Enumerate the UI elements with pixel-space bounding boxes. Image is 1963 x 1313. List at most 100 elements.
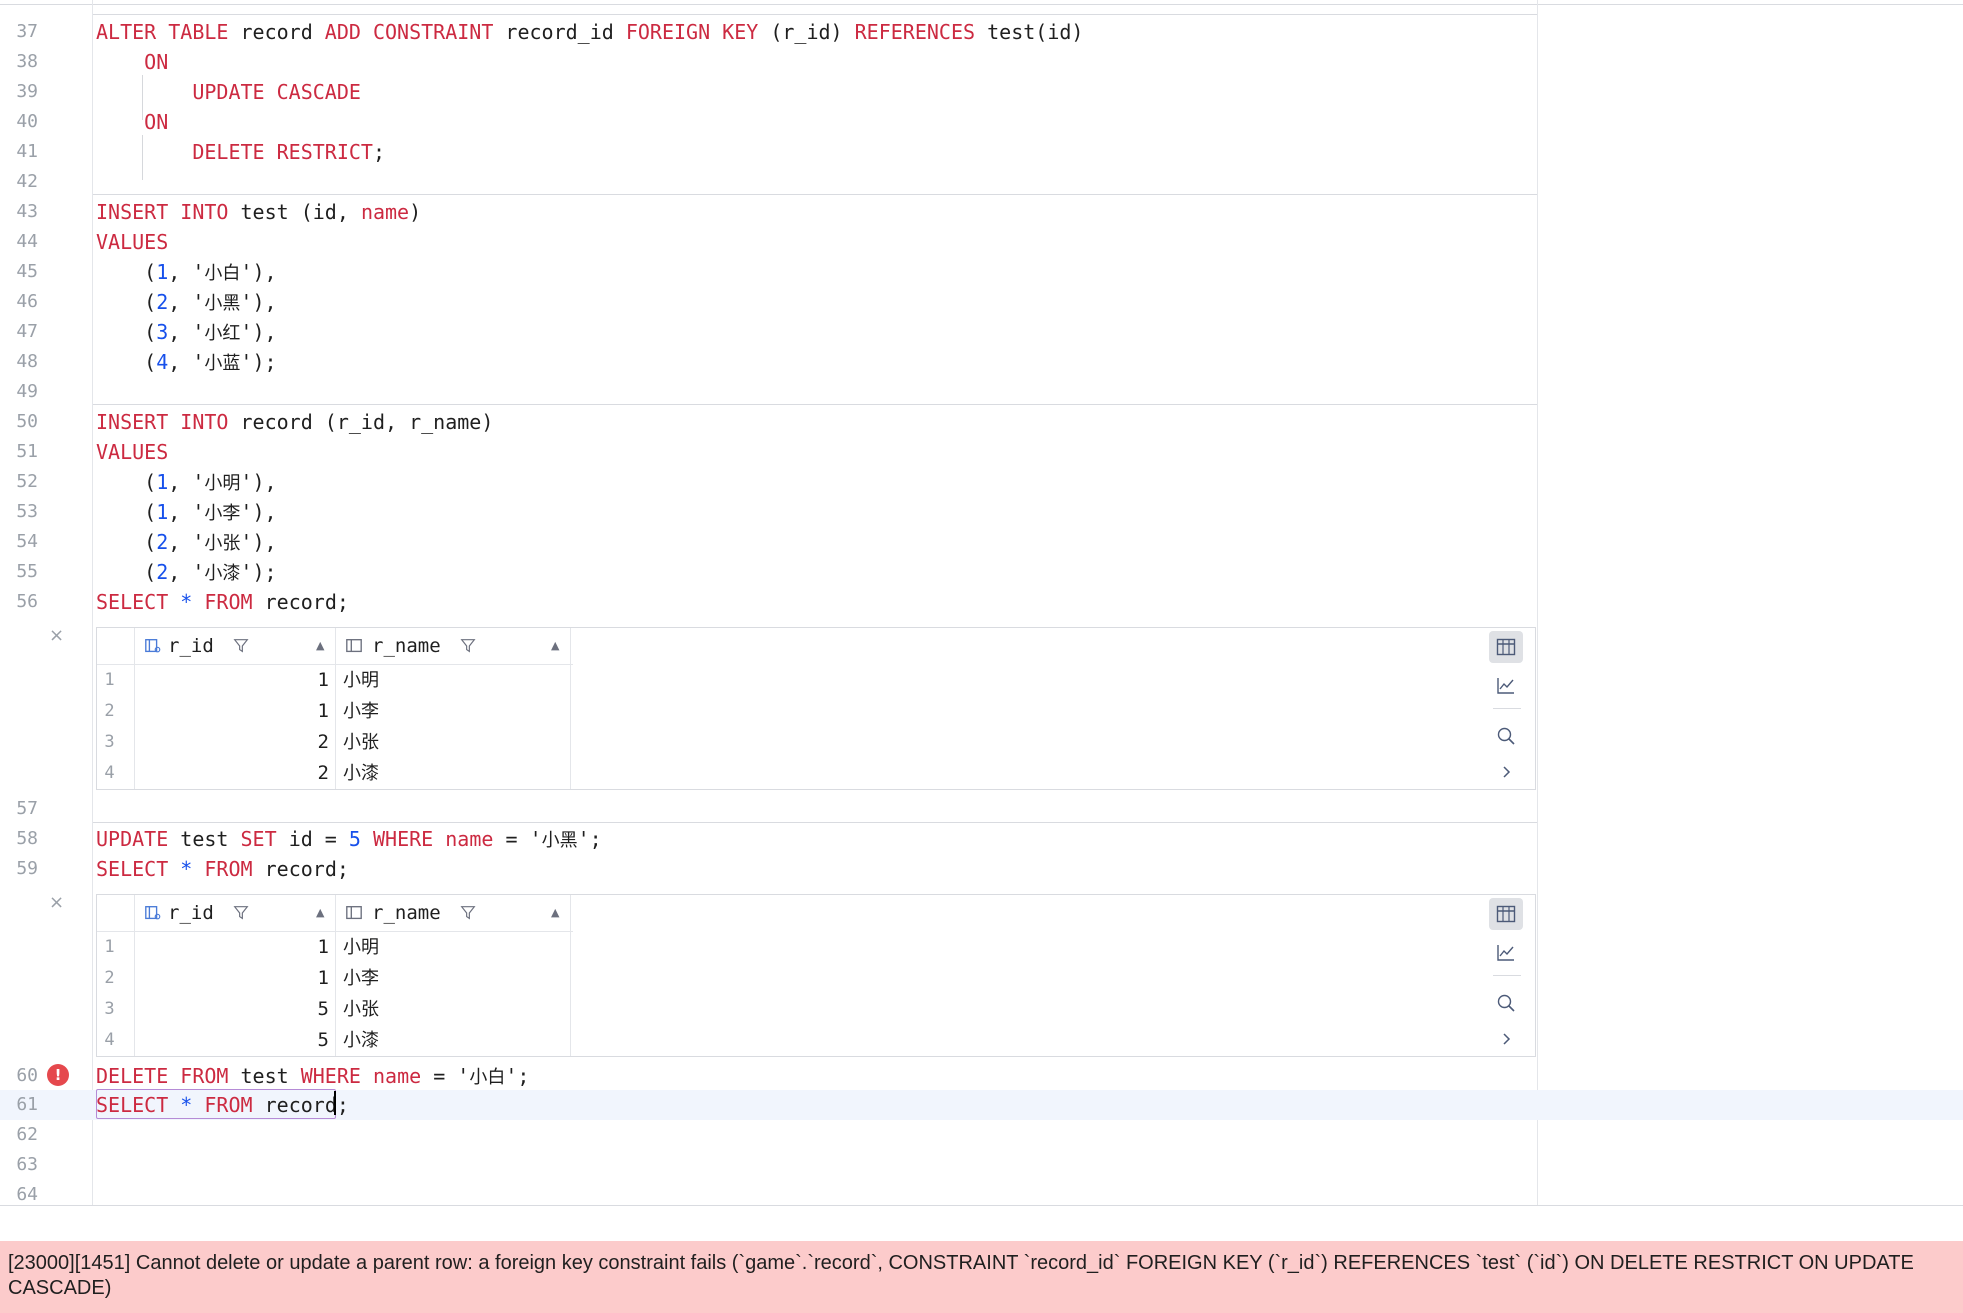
cell-r_name[interactable]: 小张 bbox=[343, 727, 379, 758]
table-row[interactable]: 3 2 小张 bbox=[97, 727, 573, 758]
sort-icon[interactable]: ▲ bbox=[551, 895, 559, 931]
cell-r_name[interactable]: 小李 bbox=[343, 963, 379, 994]
cell-r_id[interactable]: 1 bbox=[137, 932, 329, 963]
code-line[interactable]: 37 ALTER TABLE record ADD CONSTRAINT rec… bbox=[0, 17, 1963, 47]
code-line[interactable]: 38 ON bbox=[0, 47, 1963, 77]
column-header-r_name[interactable]: r_name bbox=[372, 628, 441, 664]
sort-icon[interactable]: ▲ bbox=[316, 628, 324, 664]
cell-r_id[interactable]: 1 bbox=[137, 963, 329, 994]
code-line[interactable]: 56 SELECT * FROM record; bbox=[0, 587, 1963, 617]
cell-r_name[interactable]: 小张 bbox=[343, 994, 379, 1025]
column-header-r_id[interactable]: r_id bbox=[168, 628, 214, 664]
code-line[interactable]: 41 DELETE RESTRICT; bbox=[0, 137, 1963, 167]
filter-icon[interactable] bbox=[459, 637, 477, 655]
table-row[interactable]: 2 1 小李 bbox=[97, 963, 573, 994]
cell-r_id[interactable]: 5 bbox=[137, 1025, 329, 1056]
table-row[interactable]: 1 1 小明 bbox=[97, 665, 573, 696]
code-line[interactable]: 45 (1, '小白'), bbox=[0, 257, 1963, 287]
table-view-button[interactable] bbox=[1489, 898, 1523, 930]
close-result-icon[interactable]: × bbox=[49, 626, 64, 646]
sort-icon[interactable]: ▲ bbox=[551, 628, 559, 664]
code-line[interactable]: 64 bbox=[0, 1180, 1963, 1205]
code-line[interactable]: 57 bbox=[0, 794, 1963, 824]
cell-r_name[interactable]: 小漆 bbox=[343, 1025, 379, 1056]
code-line[interactable]: 53 (1, '小李'), bbox=[0, 497, 1963, 527]
error-message-bar[interactable]: [23000][1451] Cannot delete or update a … bbox=[0, 1241, 1963, 1313]
filter-icon[interactable] bbox=[232, 637, 250, 655]
filter-icon[interactable] bbox=[459, 904, 477, 922]
cell-r_id[interactable]: 5 bbox=[137, 994, 329, 1025]
code-text[interactable]: (4, '小蓝'); bbox=[96, 347, 276, 379]
code-text[interactable]: (1, '小李'), bbox=[96, 497, 276, 529]
code-line[interactable]: 47 (3, '小红'), bbox=[0, 317, 1963, 347]
code-text[interactable]: VALUES bbox=[96, 227, 168, 257]
code-text[interactable]: (1, '小白'), bbox=[96, 257, 276, 289]
table-row[interactable]: 1 1 小明 bbox=[97, 932, 573, 963]
code-line[interactable]: 51 VALUES bbox=[0, 437, 1963, 467]
cell-r_name[interactable]: 小明 bbox=[343, 665, 379, 696]
code-text[interactable]: SELECT * FROM record; bbox=[96, 854, 349, 884]
table-row[interactable]: 4 2 小漆 bbox=[97, 758, 573, 789]
result-grid[interactable]: r_id ▲ r_name ▲ 1 1 小明 2 1 小李 3 5 小张 4 5… bbox=[96, 894, 1536, 1057]
code-text[interactable]: (1, '小明'), bbox=[96, 467, 276, 499]
sql-editor[interactable]: 37 ALTER TABLE record ADD CONSTRAINT rec… bbox=[0, 0, 1963, 1206]
code-line[interactable]: 52 (1, '小明'), bbox=[0, 467, 1963, 497]
code-text[interactable]: ON bbox=[96, 47, 168, 77]
code-line[interactable]: 63 bbox=[0, 1150, 1963, 1180]
table-row[interactable]: 3 5 小张 bbox=[97, 994, 573, 1025]
code-line[interactable]: 40 ON bbox=[0, 107, 1963, 137]
code-line[interactable]: 48 (4, '小蓝'); bbox=[0, 347, 1963, 377]
cell-r_id[interactable]: 2 bbox=[137, 758, 329, 789]
result-grid[interactable]: r_id ▲ r_name ▲ 1 1 小明 2 1 小李 3 2 小张 4 2… bbox=[96, 627, 1536, 790]
table-row[interactable]: 2 1 小李 bbox=[97, 696, 573, 727]
code-text[interactable]: DELETE RESTRICT; bbox=[96, 137, 385, 167]
cell-r_id[interactable]: 1 bbox=[137, 696, 329, 727]
code-text[interactable]: (2, '小张'), bbox=[96, 527, 276, 559]
code-text[interactable]: SELECT * FROM record; bbox=[96, 587, 349, 617]
cell-r_name[interactable]: 小漆 bbox=[343, 758, 379, 789]
code-line[interactable]: 49 bbox=[0, 377, 1963, 407]
code-text[interactable]: ON bbox=[96, 107, 168, 137]
code-line[interactable]: 62 bbox=[0, 1120, 1963, 1150]
more-button[interactable] bbox=[1489, 756, 1523, 788]
cell-r_name[interactable]: 小李 bbox=[343, 696, 379, 727]
code-line[interactable]: 42 bbox=[0, 167, 1963, 197]
search-button[interactable] bbox=[1489, 987, 1523, 1019]
cell-r_id[interactable]: 1 bbox=[137, 665, 329, 696]
sort-icon[interactable]: ▲ bbox=[316, 895, 324, 931]
code-line[interactable]: 46 (2, '小黑'), bbox=[0, 287, 1963, 317]
code-line[interactable]: 60 DELETE FROM test WHERE name = '小白'; bbox=[0, 1061, 1963, 1091]
code-text[interactable]: INSERT INTO test (id, name) bbox=[96, 197, 421, 227]
code-text[interactable]: ALTER TABLE record ADD CONSTRAINT record… bbox=[96, 17, 1083, 47]
chart-view-button[interactable] bbox=[1489, 937, 1523, 969]
key-column-icon bbox=[145, 906, 161, 920]
code-text[interactable]: (2, '小漆'); bbox=[96, 557, 276, 589]
cell-r_name[interactable]: 小明 bbox=[343, 932, 379, 963]
code-line[interactable]: 58 UPDATE test SET id = 5 WHERE name = '… bbox=[0, 824, 1963, 854]
code-line[interactable]: 55 (2, '小漆'); bbox=[0, 557, 1963, 587]
code-line[interactable]: 44 VALUES bbox=[0, 227, 1963, 257]
code-text[interactable]: (3, '小红'), bbox=[96, 317, 276, 349]
code-text[interactable]: INSERT INTO record (r_id, r_name) bbox=[96, 407, 493, 437]
table-row[interactable]: 4 5 小漆 bbox=[97, 1025, 573, 1056]
statement-highlight bbox=[96, 1089, 336, 1119]
filter-icon[interactable] bbox=[232, 904, 250, 922]
code-line[interactable]: 39 UPDATE CASCADE bbox=[0, 77, 1963, 107]
code-line[interactable]: 54 (2, '小张'), bbox=[0, 527, 1963, 557]
error-icon[interactable]: ! bbox=[47, 1064, 69, 1086]
column-header-r_id[interactable]: r_id bbox=[168, 895, 214, 931]
code-line[interactable]: 59 SELECT * FROM record; bbox=[0, 854, 1963, 884]
code-text[interactable]: UPDATE test SET id = 5 WHERE name = '小黑'… bbox=[96, 824, 602, 856]
column-header-r_name[interactable]: r_name bbox=[372, 895, 441, 931]
cell-r_id[interactable]: 2 bbox=[137, 727, 329, 758]
code-text[interactable]: (2, '小黑'), bbox=[96, 287, 276, 319]
search-button[interactable] bbox=[1489, 720, 1523, 752]
close-result-icon[interactable]: × bbox=[49, 893, 64, 913]
chart-view-button[interactable] bbox=[1489, 670, 1523, 702]
code-line[interactable]: 50 INSERT INTO record (r_id, r_name) bbox=[0, 407, 1963, 437]
table-view-button[interactable] bbox=[1489, 631, 1523, 663]
more-button[interactable] bbox=[1489, 1023, 1523, 1055]
code-text[interactable]: UPDATE CASCADE bbox=[96, 77, 361, 107]
code-line[interactable]: 43 INSERT INTO test (id, name) bbox=[0, 197, 1963, 227]
code-text[interactable]: VALUES bbox=[96, 437, 168, 467]
